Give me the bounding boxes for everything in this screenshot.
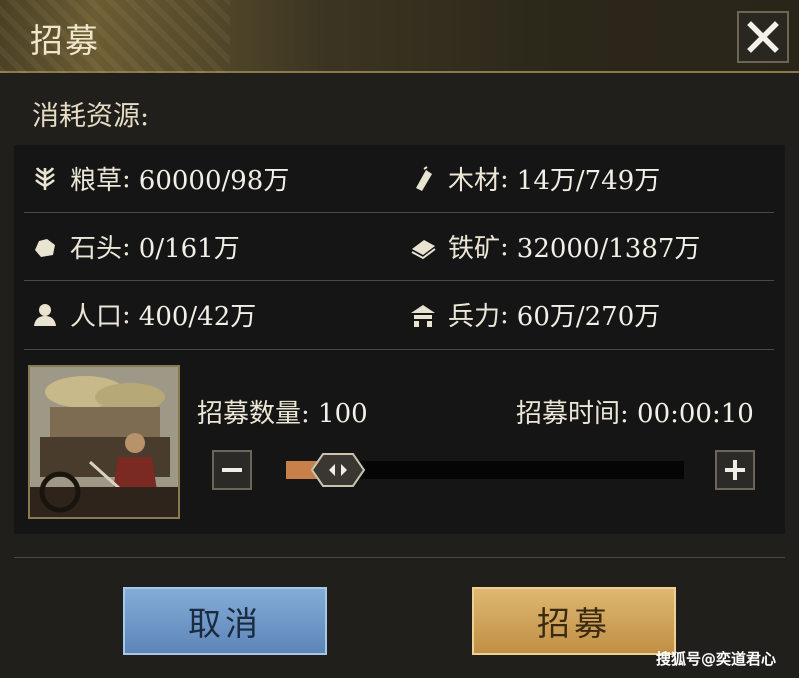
plus-icon [725,460,745,480]
recruit-time: 招募时间: 00:00:10 [516,393,754,430]
iron-icon [410,234,436,260]
resource-name: 木材 [448,166,501,196]
time-label: 招募时间: [516,399,629,429]
resource-value: 400/42万 [138,302,257,332]
divider [24,349,774,350]
recruit-controls: 招募数量: 100 招募时间: 00:00:10 [14,355,785,533]
resource-value: 0/161万 [138,234,240,264]
close-button[interactable] [737,11,789,63]
colon: : [500,231,509,262]
grain-icon [32,166,58,192]
resource-value: 14万/749万 [516,166,661,196]
resource-row: 人口: 400/42万 兵力: 60万/270万 [14,281,785,348]
resource-name: 石头 [70,234,123,264]
unit-portrait [28,365,180,519]
resource-iron: 铁矿: 32000/1387万 [410,213,700,280]
resource-value: 32000/1387万 [516,234,701,264]
resource-name: 人口 [70,302,123,332]
resource-value: 60万/270万 [516,302,661,332]
recruit-button[interactable]: 招募 [472,587,676,655]
footer-divider [14,557,785,558]
soldier-portrait-image [30,367,178,517]
resource-wood: 木材: 14万/749万 [410,145,660,212]
quantity-label: 招募数量: [197,399,310,429]
resource-value: 60000/98万 [138,166,290,196]
slider-handle[interactable] [310,452,366,488]
quantity-value: 100 [318,399,368,429]
resource-name: 兵力 [448,302,501,332]
resource-troops: 兵力: 60万/270万 [410,281,660,348]
watermark: 搜狐号@奕道君心 [656,650,777,668]
colon: : [122,299,131,330]
colon: : [500,163,509,194]
stone-icon [32,234,58,260]
resource-name: 铁矿 [448,234,501,264]
colon: : [122,231,131,262]
close-icon [747,21,779,53]
dialog-title: 招募 [30,21,100,60]
decrease-button[interactable] [212,450,252,490]
title-bar: 招募 [0,0,799,73]
recruit-dialog: 招募 消耗资源: 粮草: 60000/98万 木材: 14万/749万 石头:… [0,0,799,678]
resource-row: 石头: 0/161万 铁矿: 32000/1387万 [14,213,785,280]
troops-icon [410,302,436,328]
consume-resources-label: 消耗资源: [32,101,150,132]
cancel-button[interactable]: 取消 [123,587,327,655]
minus-icon [222,468,242,472]
colon: : [122,163,131,194]
resource-stone: 石头: 0/161万 [32,213,240,280]
time-value: 00:00:10 [637,399,754,429]
resource-grain: 粮草: 60000/98万 [32,145,289,212]
colon: : [500,299,509,330]
population-icon [32,302,58,328]
wood-icon [410,165,436,192]
resource-population: 人口: 400/42万 [32,281,256,348]
recruit-quantity: 招募数量: 100 [197,393,368,430]
resource-row: 粮草: 60000/98万 木材: 14万/749万 [14,145,785,212]
quantity-slider[interactable] [286,453,684,487]
resource-name: 粮草 [70,166,123,196]
increase-button[interactable] [715,450,755,490]
